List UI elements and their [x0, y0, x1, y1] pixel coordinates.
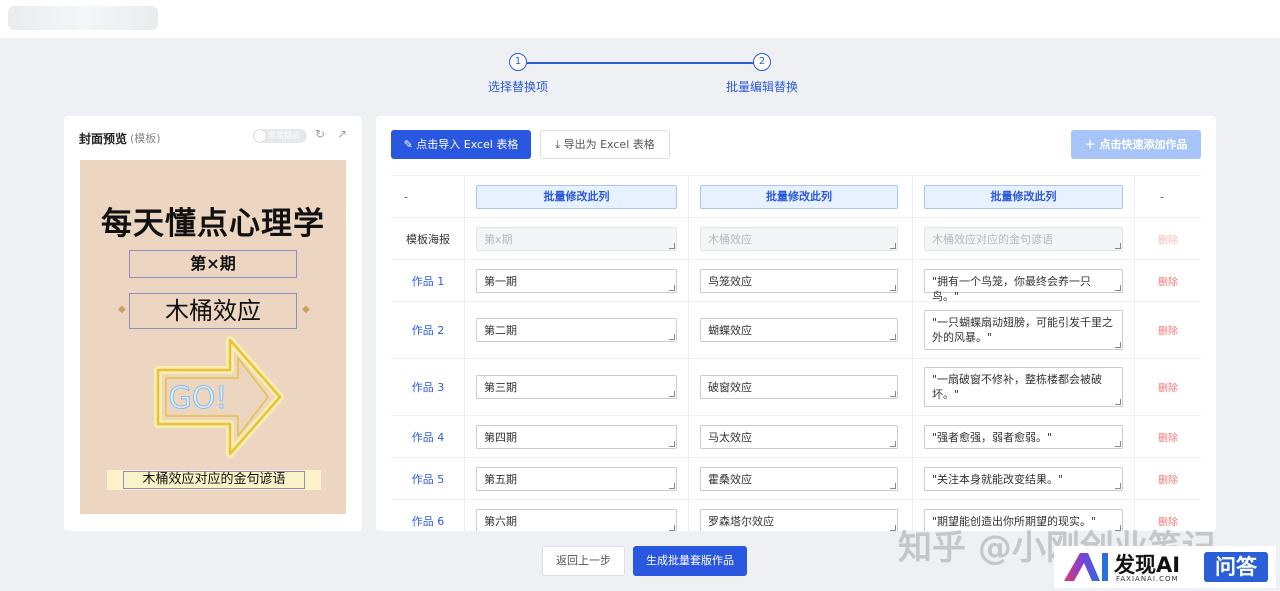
import-excel-label: 点击导入 Excel 表格	[416, 138, 519, 151]
faxianai-logo-icon	[1064, 553, 1108, 581]
work-4-issue-field[interactable]: 第四期	[476, 424, 677, 449]
work-1-issue-field[interactable]: 第一期	[476, 268, 677, 293]
step-1-circle: 1	[509, 53, 527, 71]
batch-table: - 批量修改此列 批量修改此列 批量修改此列 - 模板海报 第x期 木桶效应 木…	[391, 175, 1201, 531]
poster-dot-right: ◆	[302, 304, 310, 315]
download-icon: ⤓	[555, 138, 564, 151]
work-3-quote-field[interactable]: "一扇破窗不修补，整栋楼都会被破坏。"	[924, 367, 1123, 407]
poster-quote-field: 木桶效应对应的金句谚语	[123, 471, 305, 489]
step-indicator: 1 2 选择替换项 批量编辑替换	[470, 52, 830, 102]
arrow-go-text: GO!	[169, 381, 228, 416]
poster-quote-strip: 木桶效应对应的金句谚语	[107, 470, 321, 490]
template-effect-field: 木桶效应	[700, 226, 898, 251]
work-1-quote-field[interactable]: "拥有一个鸟笼，你最终会养一只鸟。"	[924, 268, 1123, 303]
quick-add-label: 点击快速添加作品	[1099, 138, 1188, 151]
back-button[interactable]: 返回上一步	[542, 546, 625, 576]
work-6-link[interactable]: 作品 6	[391, 513, 465, 529]
hint-toggle[interactable]: 非常提示	[253, 129, 307, 143]
work-5-delete-button[interactable]: 删除	[1135, 471, 1201, 486]
poster-preview: 每天懂点心理学 第×期 ◆ 木桶效应 ◆ GO! 木桶效应对应的金句谚语	[80, 160, 346, 514]
export-excel-button[interactable]: ⤓ 导出为 Excel 表格	[540, 130, 670, 159]
work-4-link[interactable]: 作品 4	[391, 429, 465, 445]
step-2-circle: 2	[753, 53, 771, 71]
work-1-link[interactable]: 作品 1	[391, 273, 465, 289]
cover-preview-panel: 封面预览 (模板) 非常提示 ↻ ↗ 每天懂点心理学 第×期 ◆ 木桶效应 ◆ …	[64, 116, 362, 531]
work-3-link[interactable]: 作品 3	[391, 379, 465, 395]
import-excel-button[interactable]: ✎ 点击导入 Excel 表格	[391, 130, 531, 159]
work-5-effect-field[interactable]: 霍桑效应	[700, 466, 898, 491]
poster-issue-field: 第×期	[129, 250, 297, 278]
batch-edit-col3-button[interactable]: 批量修改此列	[924, 184, 1123, 209]
template-row: 模板海报 第x期 木桶效应 木桶效应对应的金句谚语 删除	[391, 218, 1201, 260]
work-2-effect-field[interactable]: 蝴蝶效应	[700, 318, 898, 342]
generate-button[interactable]: 生成批量套版作品	[633, 546, 747, 576]
work-4-effect-field[interactable]: 马太效应	[700, 424, 898, 449]
work-5-issue-field[interactable]: 第五期	[476, 466, 677, 491]
table-row: 作品 3 第三期 破窗效应 "一扇破窗不修补，整栋楼都会被破坏。" 删除	[391, 359, 1201, 416]
edit-icon: ✎	[403, 138, 417, 151]
faxianai-url: FAXIANAI.COM	[1116, 575, 1179, 583]
work-6-effect-field[interactable]: 罗森塔尔效应	[700, 508, 898, 531]
work-3-effect-field[interactable]: 破窗效应	[700, 375, 898, 399]
top-bar	[0, 0, 1280, 38]
work-1-delete-button[interactable]: 删除	[1135, 273, 1201, 288]
step-connector	[527, 62, 761, 64]
preview-title: 封面预览	[79, 132, 128, 146]
batch-edit-col1-button[interactable]: 批量修改此列	[476, 184, 677, 209]
plus-icon: ＋	[1084, 138, 1100, 151]
poster-dot-left: ◆	[118, 304, 126, 315]
batch-edit-col2-button[interactable]: 批量修改此列	[700, 184, 898, 209]
step-1-label[interactable]: 选择替换项	[488, 78, 548, 95]
template-delete-button: 删除	[1158, 235, 1178, 246]
poster-title: 每天懂点心理学	[101, 206, 325, 242]
work-3-issue-field[interactable]: 第三期	[476, 375, 677, 399]
work-4-quote-field[interactable]: "强者愈强，弱者愈弱。"	[924, 424, 1123, 449]
work-1-effect-field[interactable]: 鸟笼效应	[700, 268, 898, 293]
export-excel-label: 导出为 Excel 表格	[563, 138, 655, 151]
work-5-link[interactable]: 作品 5	[391, 471, 465, 487]
header-col0: -	[404, 190, 408, 203]
expand-icon[interactable]: ↗	[337, 127, 347, 141]
work-3-delete-button[interactable]: 删除	[1135, 380, 1201, 395]
step-2-label[interactable]: 批量编辑替换	[726, 78, 798, 95]
toggle-knob	[254, 130, 266, 142]
template-quote-field: 木桶效应对应的金句谚语	[924, 226, 1123, 251]
poster-effect-field: 木桶效应	[129, 293, 297, 329]
work-4-delete-button[interactable]: 删除	[1135, 429, 1201, 444]
preview-subtitle: (模板)	[130, 132, 161, 145]
app-logo[interactable]	[8, 6, 158, 30]
work-2-delete-button[interactable]: 删除	[1135, 323, 1201, 338]
neon-arrow-icon: GO!	[154, 336, 284, 458]
template-issue-field: 第x期	[476, 226, 677, 251]
batch-edit-panel: ✎ 点击导入 Excel 表格 ⤓ 导出为 Excel 表格 ＋ 点击快速添加作…	[376, 116, 1216, 531]
header-col4: -	[1160, 190, 1164, 203]
work-5-quote-field[interactable]: "关注本身就能改变结果。"	[924, 466, 1123, 491]
work-6-issue-field[interactable]: 第六期	[476, 508, 677, 531]
quick-add-button[interactable]: ＋ 点击快速添加作品	[1071, 130, 1201, 159]
table-row: 作品 4 第四期 马太效应 "强者愈强，弱者愈弱。" 删除	[391, 416, 1201, 458]
refresh-icon[interactable]: ↻	[315, 127, 325, 141]
qa-badge: 问答	[1204, 552, 1268, 582]
toggle-label: 非常提示	[268, 131, 300, 140]
table-row: 作品 2 第二期 蝴蝶效应 "一只蝴蝶扇动翅膀，可能引发千里之外的风暴。" 删除	[391, 302, 1201, 359]
work-2-issue-field[interactable]: 第二期	[476, 318, 677, 342]
table-header-row: - 批量修改此列 批量修改此列 批量修改此列 -	[391, 176, 1201, 218]
faxianai-watermark: 发现AI FAXIANAI.COM 问答	[1054, 546, 1276, 588]
table-row: 作品 5 第五期 霍桑效应 "关注本身就能改变结果。" 删除	[391, 458, 1201, 500]
work-2-link[interactable]: 作品 2	[391, 322, 465, 338]
table-row: 作品 1 第一期 鸟笼效应 "拥有一个鸟笼，你最终会养一只鸟。" 删除	[391, 260, 1201, 303]
template-row-label: 模板海报	[406, 232, 450, 246]
work-2-quote-field[interactable]: "一只蝴蝶扇动翅膀，可能引发千里之外的风暴。"	[924, 310, 1123, 350]
